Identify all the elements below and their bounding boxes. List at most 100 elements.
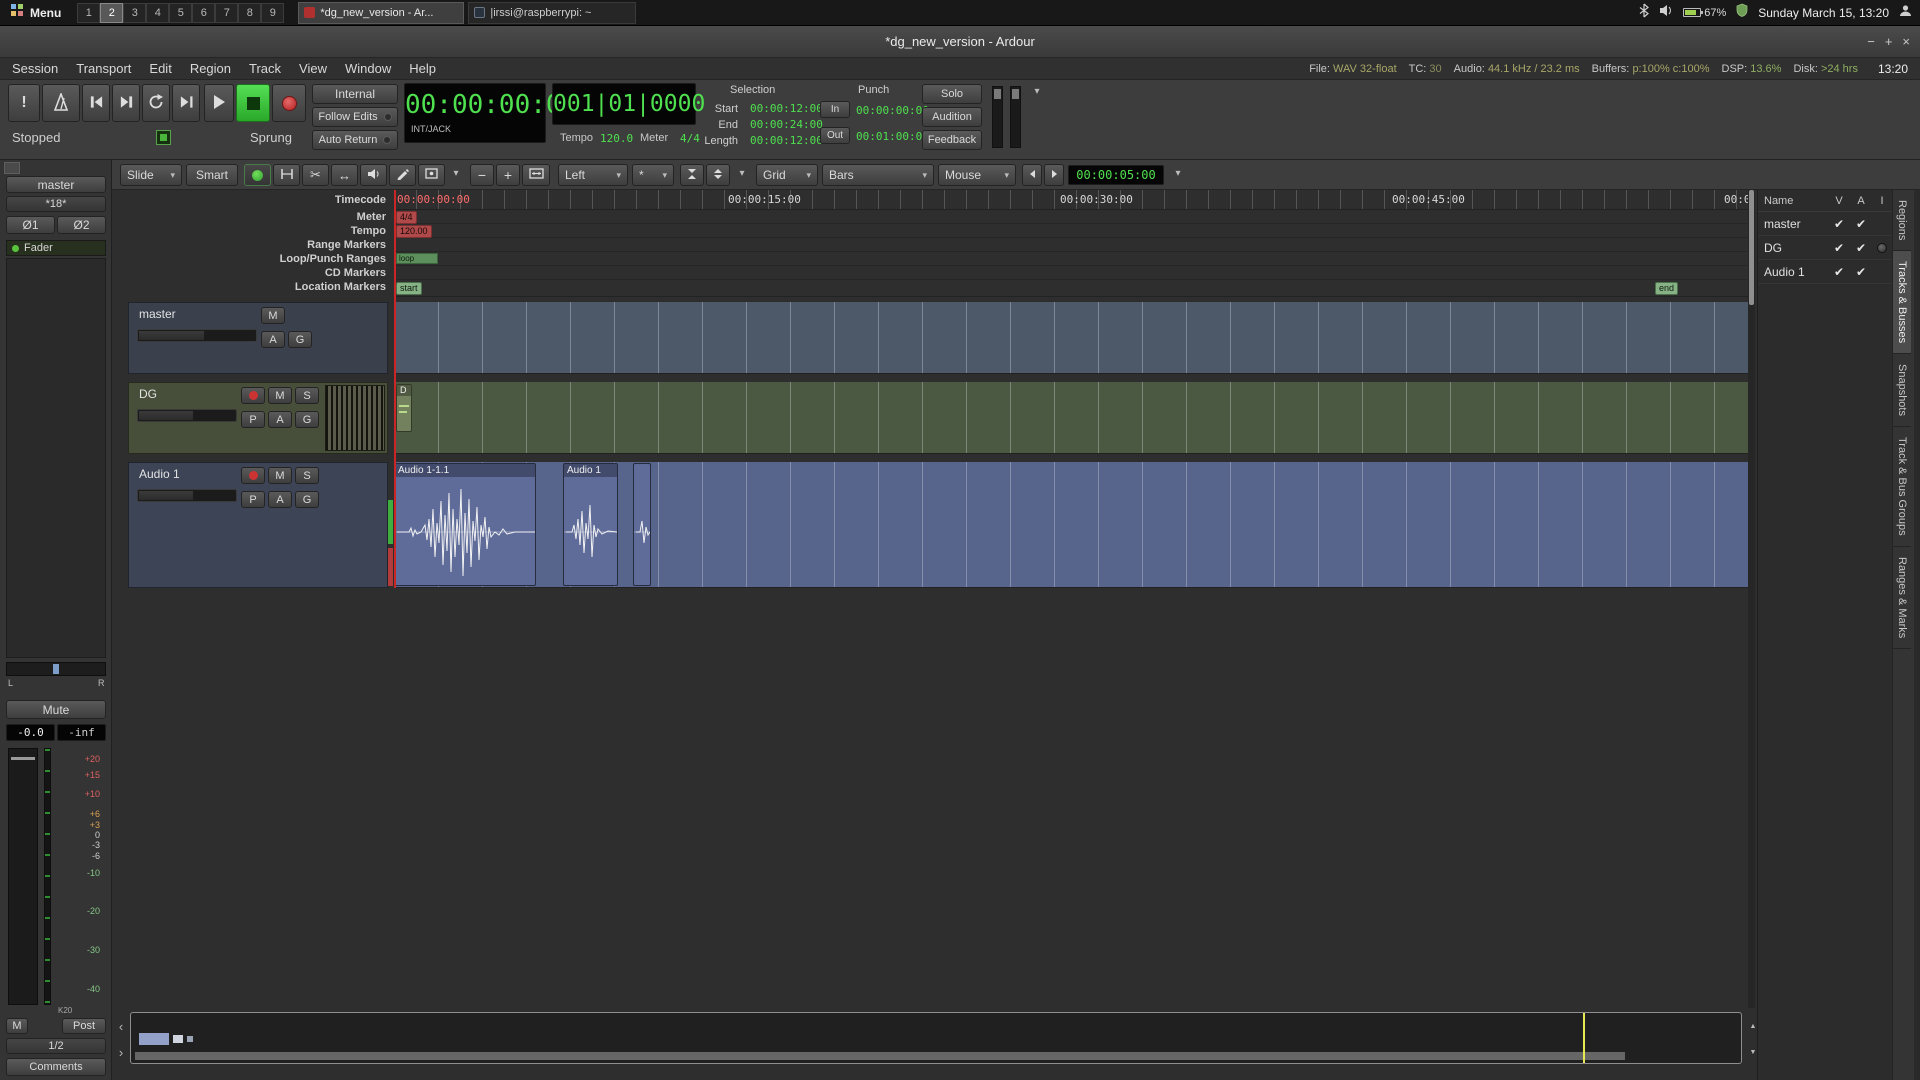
taskbar-window-ardour[interactable]: *dg_new_version - Ar... — [298, 2, 464, 24]
loop-punch-ruler[interactable]: loop — [394, 252, 1752, 266]
zoom-in-button[interactable] — [496, 164, 520, 186]
battery-icon[interactable] — [1683, 8, 1701, 17]
internal-edit-mode-button[interactable] — [418, 164, 445, 186]
workspace-5[interactable]: 5 — [169, 3, 192, 23]
master-mute-button[interactable]: M — [261, 307, 285, 324]
menu-region[interactable]: Region — [190, 61, 231, 76]
draw-mode-button[interactable] — [389, 164, 416, 186]
workspace-3[interactable]: 3 — [123, 3, 146, 23]
playhead[interactable] — [394, 190, 396, 588]
secondary-clock[interactable]: 001|01|0000 — [552, 83, 696, 125]
ruler-label-tempo[interactable]: Tempo — [112, 224, 394, 238]
workspace-1[interactable]: 1 — [77, 3, 100, 23]
track-list-row-dg[interactable]: DG ✔ ✔ — [1758, 236, 1892, 260]
play-from-edit-button[interactable] — [172, 84, 200, 122]
mixer-strip-toggle[interactable] — [4, 162, 20, 174]
audio-region-2[interactable]: Audio 1 — [563, 463, 618, 586]
track-name-audio1[interactable]: Audio 1 — [139, 467, 180, 481]
tab-snapshots[interactable]: Snapshots — [1893, 354, 1911, 427]
visible-tracks-combo[interactable]: * — [632, 164, 674, 186]
master-group-button[interactable]: G — [288, 331, 312, 348]
audio-region-3[interactable] — [633, 463, 651, 586]
ruler-label-range-markers[interactable]: Range Markers — [112, 238, 394, 252]
row-dg-active-check[interactable]: ✔ — [1850, 241, 1872, 255]
transport-overflow-chevron[interactable] — [1030, 86, 1044, 100]
taskbar-clock[interactable]: Sunday March 15, 13:20 — [1758, 6, 1889, 20]
col-header-name[interactable]: Name — [1758, 195, 1828, 207]
menu-transport[interactable]: Transport — [76, 61, 131, 76]
edit-mode-combo[interactable]: Slide — [120, 164, 182, 186]
punch-in-button[interactable]: In — [820, 101, 850, 118]
punch-out-clock[interactable]: 00:01:00:00 — [856, 130, 929, 143]
summary-region-tiny[interactable] — [187, 1036, 193, 1042]
metronome-button[interactable] — [42, 84, 80, 122]
shuttle-spring-checkbox[interactable] — [156, 130, 171, 145]
summary-region-small[interactable] — [173, 1035, 183, 1043]
dg-record-button[interactable] — [241, 387, 265, 404]
workspace-4[interactable]: 4 — [146, 3, 169, 23]
audio-region-1[interactable]: Audio 1-1.1 — [394, 463, 536, 586]
meter-ruler[interactable]: 4/4 — [394, 210, 1752, 224]
editor-vscrollbar-thumb[interactable] — [1749, 190, 1754, 305]
tempo-value[interactable]: 120.0 — [600, 132, 633, 145]
row-dg-record-indicator[interactable] — [1877, 243, 1887, 253]
transport-meter-right[interactable] — [1010, 86, 1021, 148]
smart-mode-button[interactable]: Smart — [186, 164, 238, 186]
track-fader-dg[interactable] — [137, 409, 237, 422]
dg-automation-button[interactable]: A — [268, 411, 292, 428]
audio1-playlist-button[interactable]: P — [241, 491, 265, 508]
editor-vscrollbar[interactable] — [1748, 190, 1755, 1008]
tab-regions[interactable]: Regions — [1893, 190, 1911, 251]
track-lane-dg[interactable]: D — [394, 382, 1752, 454]
menu-view[interactable]: View — [299, 61, 327, 76]
workspace-8[interactable]: 8 — [238, 3, 261, 23]
row-master-active-check[interactable]: ✔ — [1850, 217, 1872, 231]
selection-length-clock[interactable]: 00:00:12:00 — [750, 134, 823, 147]
goto-end-button[interactable] — [112, 84, 140, 122]
titlebar[interactable]: *dg_new_version - Ardour × — [0, 26, 1920, 58]
track-header-audio1[interactable]: Audio 1 M S P A G — [128, 462, 388, 588]
audition-mode-button[interactable] — [360, 164, 387, 186]
row-audio1-name[interactable]: Audio 1 — [1758, 265, 1828, 279]
audition-button[interactable]: Audition — [922, 107, 982, 127]
audio1-record-button[interactable] — [241, 467, 265, 484]
track-lane-audio1[interactable]: Audio 1-1.1 Audio 1 — [394, 462, 1752, 588]
audio1-group-button[interactable]: G — [295, 491, 319, 508]
mute-button[interactable]: Mute — [6, 700, 106, 719]
meter-point-button[interactable]: Post — [62, 1018, 106, 1034]
track-list-row-audio1[interactable]: Audio 1 ✔ ✔ — [1758, 260, 1892, 284]
summary-strip[interactable] — [130, 1012, 1742, 1064]
row-master-visible-check[interactable]: ✔ — [1828, 217, 1850, 231]
ruler-label-timecode[interactable]: Timecode — [112, 190, 394, 210]
row-audio1-visible-check[interactable]: ✔ — [1828, 265, 1850, 279]
play-button[interactable] — [204, 84, 234, 122]
output-io-button[interactable]: 1/2 — [6, 1038, 106, 1054]
follow-edits-button[interactable]: Follow Edits — [312, 107, 398, 127]
feedback-button[interactable]: Feedback — [922, 130, 982, 150]
zoom-overflow-chevron[interactable] — [736, 168, 748, 179]
user-icon[interactable] — [1899, 4, 1912, 22]
dg-solo-button[interactable]: S — [295, 387, 319, 404]
ruler-label-loop-punch[interactable]: Loop/Punch Ranges — [112, 252, 394, 266]
record-button[interactable] — [272, 84, 306, 122]
tempo-ruler[interactable]: 120.00 — [394, 224, 1752, 238]
cd-markers-ruler[interactable] — [394, 266, 1752, 280]
punch-in-clock[interactable]: 00:00:00:00 — [856, 104, 929, 117]
gain-display[interactable]: -0.0 — [6, 724, 55, 741]
workspace-7[interactable]: 7 — [215, 3, 238, 23]
loop-range-marker[interactable]: loop — [396, 253, 438, 264]
minimize-button[interactable] — [1867, 34, 1875, 49]
zoom-to-session-button[interactable] — [522, 164, 550, 186]
sync-source-button[interactable]: Internal — [312, 84, 398, 104]
tab-ranges-marks[interactable]: Ranges & Marks — [1893, 547, 1911, 649]
range-markers-ruler[interactable] — [394, 238, 1752, 252]
stretch-mode-button[interactable] — [331, 164, 358, 186]
primary-clock[interactable]: 00:00:00:00 INT/JACK — [404, 83, 546, 143]
meter-label[interactable]: Meter — [640, 132, 668, 144]
phase-invert-1-button[interactable]: Ø1 — [6, 216, 55, 234]
tempo-marker[interactable]: 120.00 — [396, 225, 432, 238]
taskbar-window-irssi[interactable]: |irssi@raspberrypi: ~ — [468, 2, 636, 24]
processor-fader-entry[interactable]: Fader — [6, 240, 106, 256]
dg-mute-button[interactable]: M — [268, 387, 292, 404]
ruler-label-cd-markers[interactable]: CD Markers — [112, 266, 394, 280]
